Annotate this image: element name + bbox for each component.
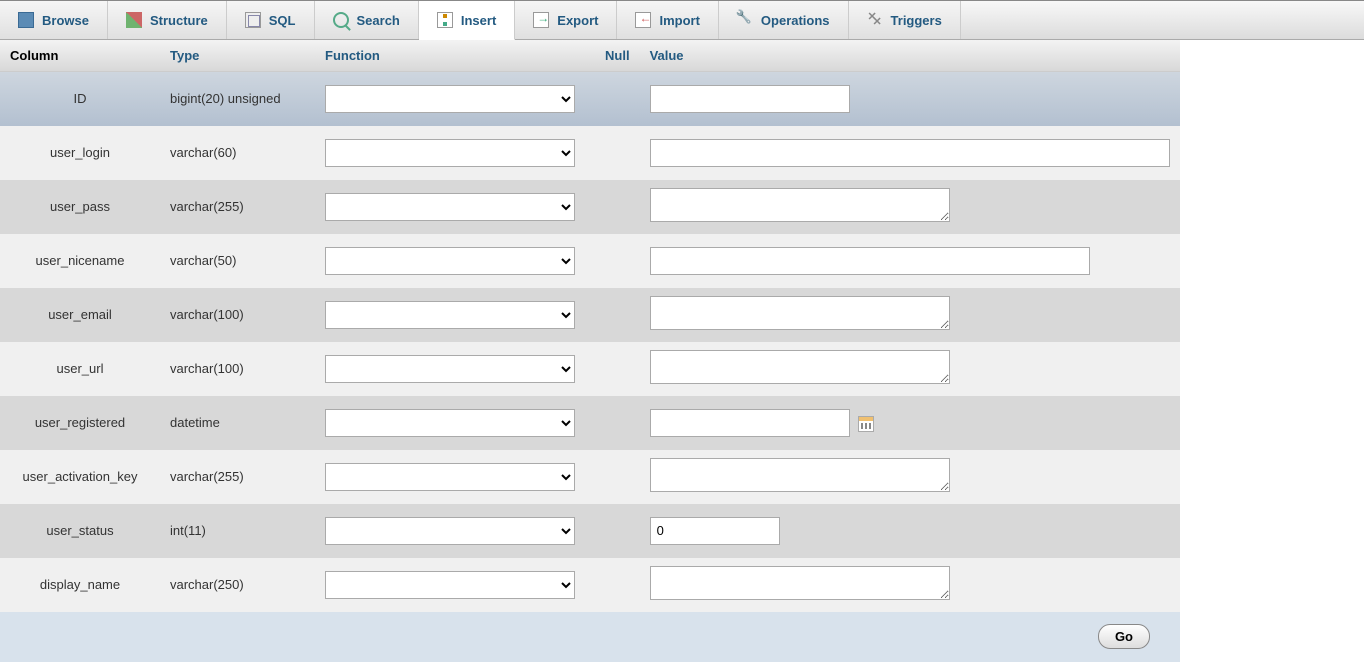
table-row: user_activation_keyvarchar(255) <box>0 450 1180 504</box>
header-function: Function <box>315 40 595 72</box>
browse-icon <box>18 12 34 28</box>
null-cell <box>595 234 640 288</box>
operations-icon <box>737 12 753 28</box>
table-row: user_nicenamevarchar(50) <box>0 234 1180 288</box>
sql-icon <box>245 12 261 28</box>
column-type: datetime <box>160 396 315 450</box>
column-name: user_nicename <box>0 234 160 288</box>
export-icon <box>533 12 549 28</box>
column-name: user_status <box>0 504 160 558</box>
value-input[interactable] <box>650 458 950 492</box>
function-select[interactable] <box>325 355 575 383</box>
value-input[interactable] <box>650 517 780 545</box>
column-name: ID <box>0 72 160 126</box>
tab-label: Import <box>659 13 699 28</box>
table-row: user_registereddatetime <box>0 396 1180 450</box>
structure-icon <box>126 12 142 28</box>
column-name: display_name <box>0 558 160 612</box>
column-name: user_url <box>0 342 160 396</box>
tab-structure[interactable]: Structure <box>108 1 227 39</box>
column-type: varchar(100) <box>160 342 315 396</box>
value-input[interactable] <box>650 296 950 330</box>
null-cell <box>595 396 640 450</box>
tab-label: SQL <box>269 13 296 28</box>
tab-label: Triggers <box>891 13 942 28</box>
function-select[interactable] <box>325 571 575 599</box>
tab-label: Export <box>557 13 598 28</box>
tab-label: Search <box>357 13 400 28</box>
column-type: varchar(255) <box>160 180 315 234</box>
table-row: user_statusint(11) <box>0 504 1180 558</box>
column-type: varchar(255) <box>160 450 315 504</box>
tab-search[interactable]: Search <box>315 1 419 39</box>
triggers-icon <box>867 12 883 28</box>
value-input[interactable] <box>650 85 850 113</box>
null-cell <box>595 126 640 180</box>
null-cell <box>595 504 640 558</box>
tab-operations[interactable]: Operations <box>719 1 849 39</box>
tab-label: Structure <box>150 13 208 28</box>
function-select[interactable] <box>325 409 575 437</box>
insert-icon <box>437 12 453 28</box>
null-cell <box>595 558 640 612</box>
header-value: Value <box>640 40 1180 72</box>
null-cell <box>595 450 640 504</box>
insert-table: Column Type Function Null Value IDbigint… <box>0 40 1180 612</box>
header-column: Column <box>0 40 160 72</box>
value-input[interactable] <box>650 188 950 222</box>
table-row: display_namevarchar(250) <box>0 558 1180 612</box>
value-input[interactable] <box>650 409 850 437</box>
value-input[interactable] <box>650 247 1090 275</box>
tab-label: Browse <box>42 13 89 28</box>
column-type: varchar(60) <box>160 126 315 180</box>
value-input[interactable] <box>650 139 1170 167</box>
table-row: user_passvarchar(255) <box>0 180 1180 234</box>
function-select[interactable] <box>325 463 575 491</box>
tab-triggers[interactable]: Triggers <box>849 1 961 39</box>
column-type: varchar(100) <box>160 288 315 342</box>
tab-bar: Browse Structure SQL Search Insert Expor… <box>0 0 1364 40</box>
go-button[interactable]: Go <box>1098 624 1150 649</box>
column-type: int(11) <box>160 504 315 558</box>
table-row: user_emailvarchar(100) <box>0 288 1180 342</box>
tab-label: Operations <box>761 13 830 28</box>
table-row: user_urlvarchar(100) <box>0 342 1180 396</box>
column-type: varchar(50) <box>160 234 315 288</box>
column-type: varchar(250) <box>160 558 315 612</box>
table-row: IDbigint(20) unsigned <box>0 72 1180 126</box>
tab-browse[interactable]: Browse <box>0 1 108 39</box>
tab-insert[interactable]: Insert <box>419 1 515 40</box>
function-select[interactable] <box>325 301 575 329</box>
null-cell <box>595 72 640 126</box>
value-input[interactable] <box>650 350 950 384</box>
function-select[interactable] <box>325 139 575 167</box>
calendar-icon[interactable] <box>858 416 874 432</box>
column-name: user_email <box>0 288 160 342</box>
value-input[interactable] <box>650 566 950 600</box>
null-cell <box>595 342 640 396</box>
column-name: user_activation_key <box>0 450 160 504</box>
header-type: Type <box>160 40 315 72</box>
column-type: bigint(20) unsigned <box>160 72 315 126</box>
function-select[interactable] <box>325 247 575 275</box>
tab-sql[interactable]: SQL <box>227 1 315 39</box>
column-name: user_pass <box>0 180 160 234</box>
column-name: user_registered <box>0 396 160 450</box>
tab-import[interactable]: Import <box>617 1 718 39</box>
null-cell <box>595 288 640 342</box>
tab-label: Insert <box>461 13 496 28</box>
function-select[interactable] <box>325 193 575 221</box>
footer: Go <box>0 612 1180 662</box>
column-name: user_login <box>0 126 160 180</box>
tab-export[interactable]: Export <box>515 1 617 39</box>
search-icon <box>333 12 349 28</box>
function-select[interactable] <box>325 517 575 545</box>
table-row: user_loginvarchar(60) <box>0 126 1180 180</box>
header-null: Null <box>595 40 640 72</box>
import-icon <box>635 12 651 28</box>
null-cell <box>595 180 640 234</box>
function-select[interactable] <box>325 85 575 113</box>
